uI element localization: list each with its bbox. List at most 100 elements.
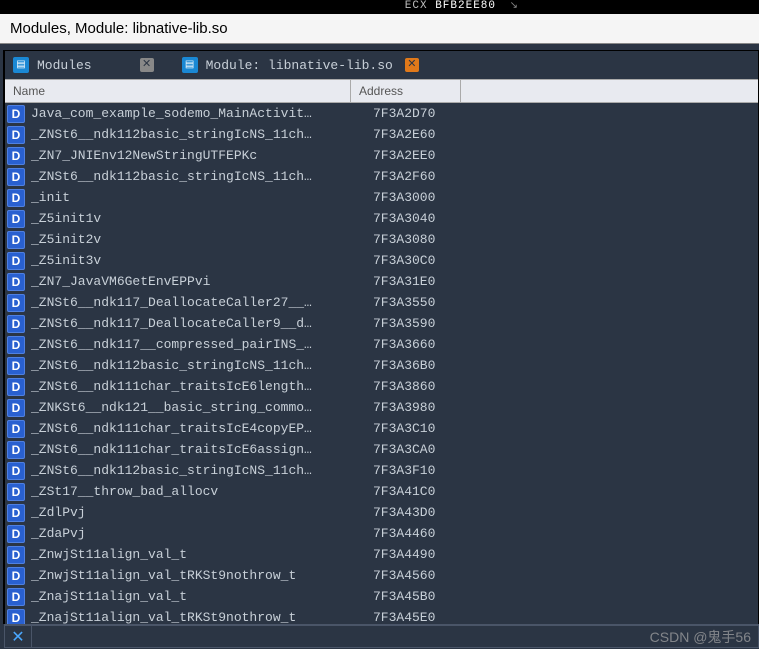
- data-symbol-icon: D: [7, 147, 25, 165]
- symbol-name: _ZnwjSt11align_val_t: [31, 547, 361, 562]
- data-symbol-icon: D: [7, 210, 25, 228]
- symbol-address: 7F3A3980: [361, 400, 435, 415]
- close-icon[interactable]: ✕: [4, 625, 32, 648]
- tab-bar: ▤ Modules ✕ ▤ Module: libnative-lib.so ✕: [5, 51, 758, 79]
- table-row[interactable]: D _Z5init3v7F3A30C0: [5, 250, 758, 271]
- table-row[interactable]: D_ZnajSt11align_val_t7F3A45B0: [5, 586, 758, 607]
- data-symbol-icon: D: [7, 336, 25, 354]
- table-row[interactable]: D _ZNSt6__ndk117__compressed_pairINS_…7F3…: [5, 334, 758, 355]
- symbol-address: 7F3A2E60: [361, 127, 435, 142]
- tab-module-detail[interactable]: Module: libnative-lib.so: [206, 58, 393, 73]
- module-detail-icon: ▤: [182, 57, 198, 73]
- symbol-address: 7F3A3590: [361, 316, 435, 331]
- table-row[interactable]: D_ZNSt6__ndk117_DeallocateCaller9__d…7F3…: [5, 313, 758, 334]
- symbol-address: 7F3A31E0: [361, 274, 435, 289]
- symbol-address: 7F3A3860: [361, 379, 435, 394]
- table-row[interactable]: D_ZnwjSt11align_val_t7F3A4490: [5, 544, 758, 565]
- table-header: Name Address: [5, 79, 758, 103]
- table-row[interactable]: D_init7F3A3000: [5, 187, 758, 208]
- symbol-address: 7F3A2D70: [361, 106, 435, 121]
- data-symbol-icon: D: [7, 441, 25, 459]
- symbol-name: _ZNSt6__ndk117__compressed_pairINS_…: [31, 337, 361, 352]
- table-row[interactable]: D _ZN7_JavaVM6GetEnvEPPvi7F3A31E0: [5, 271, 758, 292]
- column-header-name[interactable]: Name: [5, 80, 351, 102]
- watermark: CSDN @鬼手56: [650, 627, 751, 647]
- table-row[interactable]: D _ZN7_JNIEnv12NewStringUTFEPKc7F3A2EE0: [5, 145, 758, 166]
- symbol-name: _ZNSt6__ndk111char_traitsIcE6assign…: [31, 442, 361, 457]
- symbol-address: 7F3A4560: [361, 568, 435, 583]
- table-row[interactable]: D _ZdlPvj7F3A43D0: [5, 502, 758, 523]
- data-symbol-icon: D: [7, 399, 25, 417]
- table-row[interactable]: D_ZdaPvj7F3A4460: [5, 523, 758, 544]
- symbol-address: 7F3A3F10: [361, 463, 435, 478]
- symbol-name: _ZNSt6__ndk112basic_stringIcNS_11ch…: [31, 127, 361, 142]
- table-row[interactable]: D _ZNSt6__ndk111char_traitsIcE6assign…7F3…: [5, 439, 758, 460]
- data-symbol-icon: D: [7, 462, 25, 480]
- table-row[interactable]: D _Z5init2v7F3A3080: [5, 229, 758, 250]
- window-title: Modules, Module: libnative-lib.so: [0, 14, 759, 44]
- column-header-address[interactable]: Address: [351, 80, 461, 102]
- symbol-address: 7F3A3660: [361, 337, 435, 352]
- data-symbol-icon: D: [7, 546, 25, 564]
- symbol-name: _ZNSt6__ndk112basic_stringIcNS_11ch…: [31, 169, 361, 184]
- data-symbol-icon: D: [7, 168, 25, 186]
- symbol-name: _ZNSt6__ndk111char_traitsIcE4copyEP…: [31, 421, 361, 436]
- symbol-address: 7F3A3CA0: [361, 442, 435, 457]
- data-symbol-icon: D: [7, 231, 25, 249]
- table-row[interactable]: D_ZNSt6__ndk112basic_stringIcNS_11ch…7F3…: [5, 460, 758, 481]
- symbol-name: _ZN7_JNIEnv12NewStringUTFEPKc: [31, 148, 361, 163]
- close-module-tab[interactable]: ✕: [405, 58, 419, 72]
- data-symbol-icon: D: [7, 483, 25, 501]
- table-row[interactable]: D _ZNSt6__ndk111char_traitsIcE4copyEP…7F3…: [5, 418, 758, 439]
- data-symbol-icon: D: [7, 357, 25, 375]
- data-symbol-icon: D: [7, 252, 25, 270]
- symbol-name: _Z5init1v: [31, 211, 361, 226]
- symbol-address: 7F3A43D0: [361, 505, 435, 520]
- table-row[interactable]: D_ZNSt6__ndk112basic_stringIcNS_11ch…7F3…: [5, 166, 758, 187]
- symbol-name: _init: [31, 190, 361, 205]
- tab-modules[interactable]: Modules: [37, 58, 92, 73]
- symbol-name: _ZdaPvj: [31, 526, 361, 541]
- register-strip: ECX BFB2EE80 ↘: [0, 0, 759, 14]
- symbol-address: 7F3A45B0: [361, 589, 435, 604]
- symbol-name: _Z5init3v: [31, 253, 361, 268]
- symbol-name: _ZSt17__throw_bad_allocv: [31, 484, 361, 499]
- modules-list-icon: ▤: [13, 57, 29, 73]
- table-row[interactable]: D_ZNSt6__ndk112basic_stringIcNS_11ch…7F3…: [5, 355, 758, 376]
- data-symbol-icon: D: [7, 504, 25, 522]
- symbol-address: 7F3A3C10: [361, 421, 435, 436]
- data-symbol-icon: D: [7, 378, 25, 396]
- table-row[interactable]: D_ZNKSt6__ndk121__basic_string_commo…7F3…: [5, 397, 758, 418]
- table-row[interactable]: D_Z5init1v7F3A3040: [5, 208, 758, 229]
- symbol-address: 7F3A2EE0: [361, 148, 435, 163]
- symbol-address: 7F3A3080: [361, 232, 435, 247]
- symbol-name: _ZNSt6__ndk112basic_stringIcNS_11ch…: [31, 358, 361, 373]
- data-symbol-icon: D: [7, 294, 25, 312]
- table-row[interactable]: D _ZSt17__throw_bad_allocv7F3A41C0: [5, 481, 758, 502]
- symbol-address: 7F3A41C0: [361, 484, 435, 499]
- symbol-name: _Z5init2v: [31, 232, 361, 247]
- data-symbol-icon: D: [7, 567, 25, 585]
- symbol-name: Java_com_example_sodemo_MainActivit…: [31, 106, 361, 121]
- symbol-address: 7F3A4460: [361, 526, 435, 541]
- table-row[interactable]: D Java_com_example_sodemo_MainActivit…7F3…: [5, 103, 758, 124]
- table-row[interactable]: D_ZNSt6__ndk112basic_stringIcNS_11ch…7F3…: [5, 124, 758, 145]
- close-modules-tab[interactable]: ✕: [140, 58, 154, 72]
- symbol-name: _ZN7_JavaVM6GetEnvEPPvi: [31, 274, 361, 289]
- symbol-name: _ZNSt6__ndk117_DeallocateCaller27__…: [31, 295, 361, 310]
- symbol-address: 7F3A30C0: [361, 253, 435, 268]
- data-symbol-icon: D: [7, 273, 25, 291]
- register-value: BFB2EE80: [435, 0, 496, 12]
- register-name: ECX: [405, 0, 428, 12]
- table-row[interactable]: D_ZNSt6__ndk117_DeallocateCaller27__…7F3…: [5, 292, 758, 313]
- data-symbol-icon: D: [7, 105, 25, 123]
- symbol-name: _ZnajSt11align_val_t: [31, 589, 361, 604]
- data-symbol-icon: D: [7, 420, 25, 438]
- symbol-name: _ZNSt6__ndk117_DeallocateCaller9__d…: [31, 316, 361, 331]
- symbol-name: _ZNSt6__ndk111char_traitsIcE6length…: [31, 379, 361, 394]
- table-row[interactable]: D _ZNSt6__ndk111char_traitsIcE6length…7F3…: [5, 376, 758, 397]
- symbol-name: _ZdlPvj: [31, 505, 361, 520]
- table-row[interactable]: D_ZnwjSt11align_val_tRKSt9nothrow_t7F3A4…: [5, 565, 758, 586]
- symbol-name: _ZnajSt11align_val_tRKSt9nothrow_t: [31, 610, 361, 625]
- symbol-address: 7F3A3000: [361, 190, 435, 205]
